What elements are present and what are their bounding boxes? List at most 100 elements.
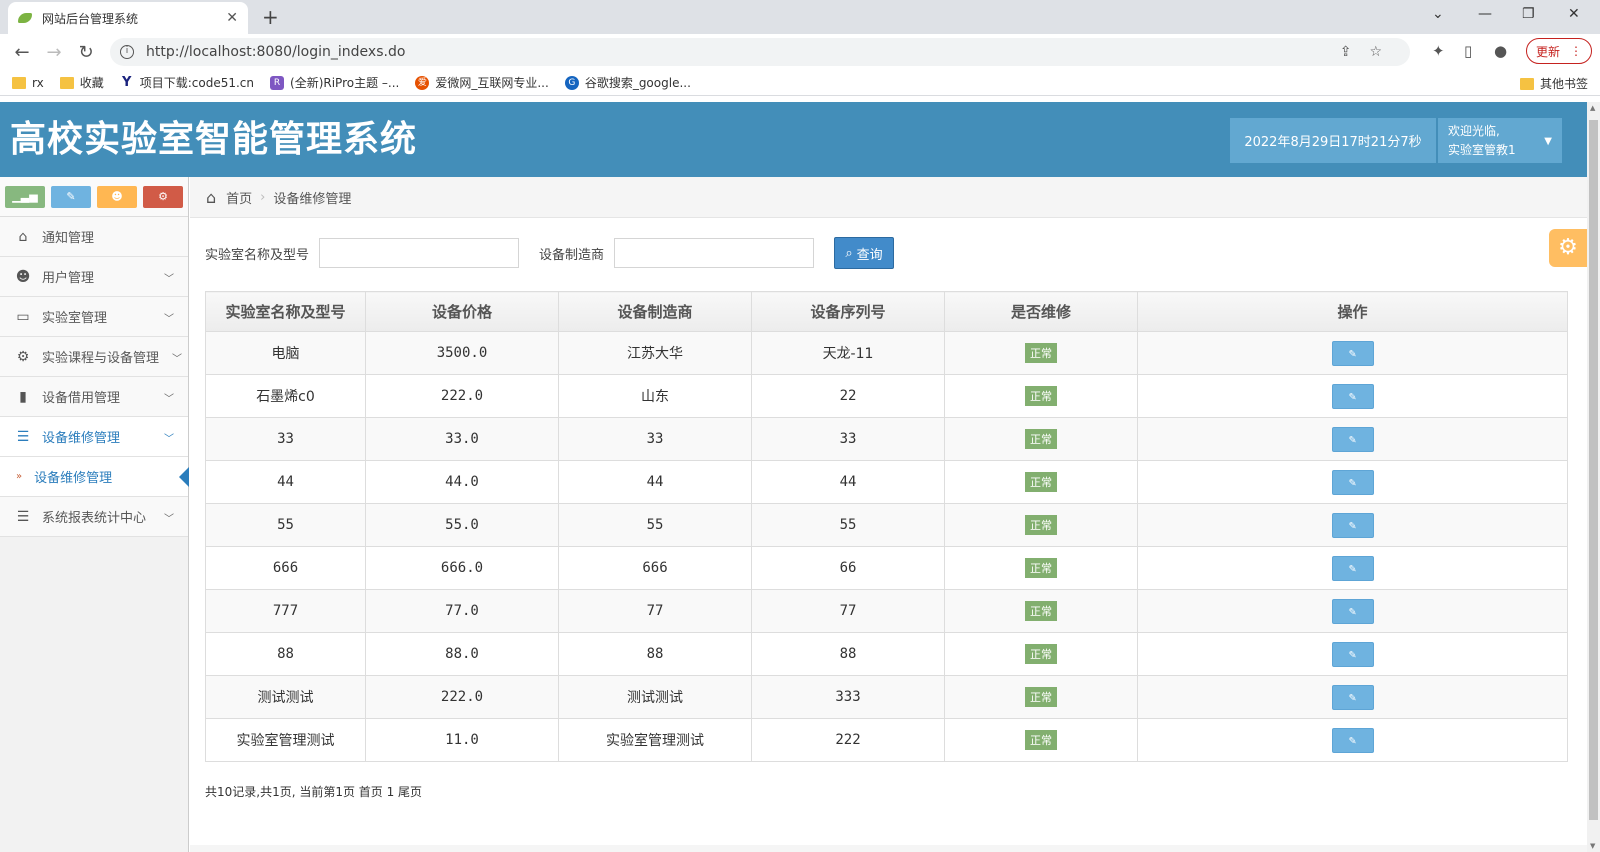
- edit-icon[interactable]: ✎: [1331, 512, 1374, 538]
- status-badge: 正常: [1025, 730, 1057, 750]
- bookmark-label: 谷歌搜索_google...: [584, 76, 691, 90]
- scroll-thumb[interactable]: [1589, 120, 1598, 820]
- column-header: 设备制造商: [558, 291, 752, 332]
- scroll-up-icon[interactable]: ▲: [1590, 104, 1595, 112]
- table-cell: 88: [558, 632, 752, 676]
- lab-name-input[interactable]: [319, 238, 520, 268]
- breadcrumb-home[interactable]: 首页: [226, 188, 252, 207]
- extensions-icon[interactable]: ✦: [1432, 42, 1445, 60]
- sidebar-item-borrow[interactable]: ▮ 设备借用管理 ﹀: [0, 377, 188, 417]
- browser-tab[interactable]: 网站后台管理系统 ✕: [8, 2, 248, 34]
- action-cell: ✎: [1137, 546, 1568, 590]
- page-scrollbar[interactable]: ▲ ▼: [1587, 102, 1600, 852]
- sidebar-item-courses[interactable]: ⚙ 实验课程与设备管理 ﹀: [0, 337, 188, 377]
- edit-icon[interactable]: ✎: [1331, 555, 1374, 581]
- table-cell: 77.0: [365, 589, 559, 633]
- table-cell: 77: [558, 589, 752, 633]
- table-cell: 55: [205, 503, 366, 547]
- sidebar-item-notice[interactable]: ⌂ 通知管理: [0, 217, 188, 257]
- pencil-shortcut-icon[interactable]: ✎: [51, 185, 91, 208]
- sidebar-item-reports[interactable]: ☰ 系统报表统计中心 ﹀: [0, 497, 188, 537]
- users-shortcut-icon[interactable]: ☻: [97, 185, 137, 208]
- close-window-icon[interactable]: ✕: [1568, 6, 1580, 22]
- maker-input[interactable]: [614, 238, 815, 268]
- app-brand[interactable]: 高校实验室智能管理系统: [10, 110, 417, 162]
- bookmark-item[interactable]: rx: [12, 76, 44, 90]
- sidebar-item-label: 通知管理: [42, 231, 95, 246]
- scroll-down-icon[interactable]: ▼: [1590, 842, 1595, 850]
- back-icon[interactable]: ←: [6, 42, 38, 63]
- table-cell: 88: [751, 632, 945, 676]
- cogs-shortcut-icon[interactable]: ⚙: [143, 185, 183, 208]
- column-header: 实验室名称及型号: [205, 291, 366, 332]
- status-cell: 正常: [944, 374, 1138, 418]
- reload-icon[interactable]: ↻: [70, 42, 102, 63]
- site-info-icon[interactable]: i: [120, 45, 134, 59]
- edit-icon[interactable]: ✎: [1331, 598, 1374, 624]
- status-cell: 正常: [944, 675, 1138, 719]
- table-cell: 44: [205, 460, 366, 504]
- table-row: 88 88.0 88 88 正常 ✎: [205, 632, 1568, 676]
- bookmark-item[interactable]: G 谷歌搜索_google...: [564, 74, 691, 91]
- forward-icon[interactable]: →: [38, 42, 70, 63]
- sidebar-item-repair[interactable]: ☰ 设备维修管理 ﹀: [0, 417, 188, 457]
- bookmark-item[interactable]: 收藏: [59, 74, 104, 91]
- table-row: 电脑 3500.0 江苏大华 天龙-11 正常 ✎: [205, 331, 1568, 375]
- user-menu[interactable]: 欢迎光临, 实验室管教1 ▼: [1438, 118, 1562, 163]
- edit-icon[interactable]: ✎: [1331, 469, 1374, 495]
- bookmark-item[interactable]: 爱爱微网_互联网专业...: [415, 74, 549, 91]
- other-bookmarks[interactable]: 其他书签: [1519, 75, 1588, 92]
- status-badge: 正常: [1025, 687, 1057, 707]
- settings-gear-icon[interactable]: ⚙: [1549, 229, 1587, 267]
- edit-icon[interactable]: ✎: [1331, 727, 1374, 753]
- cogs-icon: ⚙: [16, 348, 30, 365]
- table-cell: 777: [205, 589, 366, 633]
- status-badge: 正常: [1025, 429, 1057, 449]
- sidebar-item-users[interactable]: ☻ 用户管理 ﹀: [0, 257, 188, 297]
- update-label: 更新: [1535, 44, 1560, 59]
- bookmark-label: 爱微网_互联网专业...: [435, 76, 549, 90]
- close-tab-icon[interactable]: ✕: [226, 10, 238, 26]
- sidebar-item-label: 用户管理: [42, 271, 95, 286]
- table-cell: 实验室管理测试: [558, 718, 752, 762]
- table-cell: 江苏大华: [558, 331, 752, 375]
- table-row: 测试测试 222.0 测试测试 333 正常 ✎: [205, 675, 1568, 719]
- query-button[interactable]: ⌕ 查询: [834, 237, 895, 269]
- edit-icon[interactable]: ✎: [1331, 340, 1374, 366]
- table-cell: 天龙-11: [751, 331, 945, 375]
- tab-search-icon[interactable]: ⌄: [1432, 6, 1444, 22]
- address-bar[interactable]: i http://localhost:8080/login_indexs.do …: [110, 38, 1410, 66]
- site-favicon-icon: [18, 13, 32, 23]
- sidebar-subitem-repair[interactable]: » 设备维修管理: [0, 457, 189, 497]
- signal-shortcut-icon[interactable]: ▁▃▅: [5, 185, 45, 208]
- action-cell: ✎: [1137, 503, 1568, 547]
- share-star-icon[interactable]: ⇪☆: [1340, 44, 1400, 60]
- table-cell: 测试测试: [205, 675, 366, 719]
- breadcrumb: ⌂ 首页 › 设备维修管理: [190, 177, 1587, 218]
- google-search-icon: G: [564, 75, 579, 90]
- desktop-icon: ▭: [16, 308, 30, 325]
- search-icon: ⌕: [845, 245, 853, 261]
- edit-icon[interactable]: ✎: [1331, 426, 1374, 452]
- new-tab-icon[interactable]: +: [262, 5, 279, 29]
- bookmark-item[interactable]: Y 项目下载:code51.cn: [120, 74, 254, 91]
- update-button[interactable]: 更新 ⋮: [1526, 38, 1592, 64]
- edit-icon[interactable]: ✎: [1331, 383, 1374, 409]
- edit-icon[interactable]: ✎: [1331, 641, 1374, 667]
- minimize-icon[interactable]: —: [1478, 6, 1492, 22]
- search-label-name: 实验室名称及型号: [205, 247, 310, 263]
- bookmark-item[interactable]: R (全新)RiPro主题 –...: [270, 74, 399, 91]
- side-panel-icon[interactable]: ▯: [1464, 42, 1472, 60]
- sidebar-subitem-label: 设备维修管理: [34, 471, 113, 486]
- action-cell: ✎: [1137, 589, 1568, 633]
- users-icon: ☻: [15, 268, 31, 285]
- ripro-icon: R: [270, 75, 285, 90]
- table-cell: 山东: [558, 374, 752, 418]
- profile-icon[interactable]: ●: [1494, 42, 1507, 60]
- table-cell: 88: [205, 632, 366, 676]
- clock-display: 2022年8月29日17时21分7秒: [1230, 118, 1436, 163]
- restore-icon[interactable]: ❐: [1522, 6, 1535, 22]
- column-header: 是否维修: [944, 291, 1138, 332]
- edit-icon[interactable]: ✎: [1331, 684, 1374, 710]
- sidebar-item-labs[interactable]: ▭ 实验室管理 ﹀: [0, 297, 188, 337]
